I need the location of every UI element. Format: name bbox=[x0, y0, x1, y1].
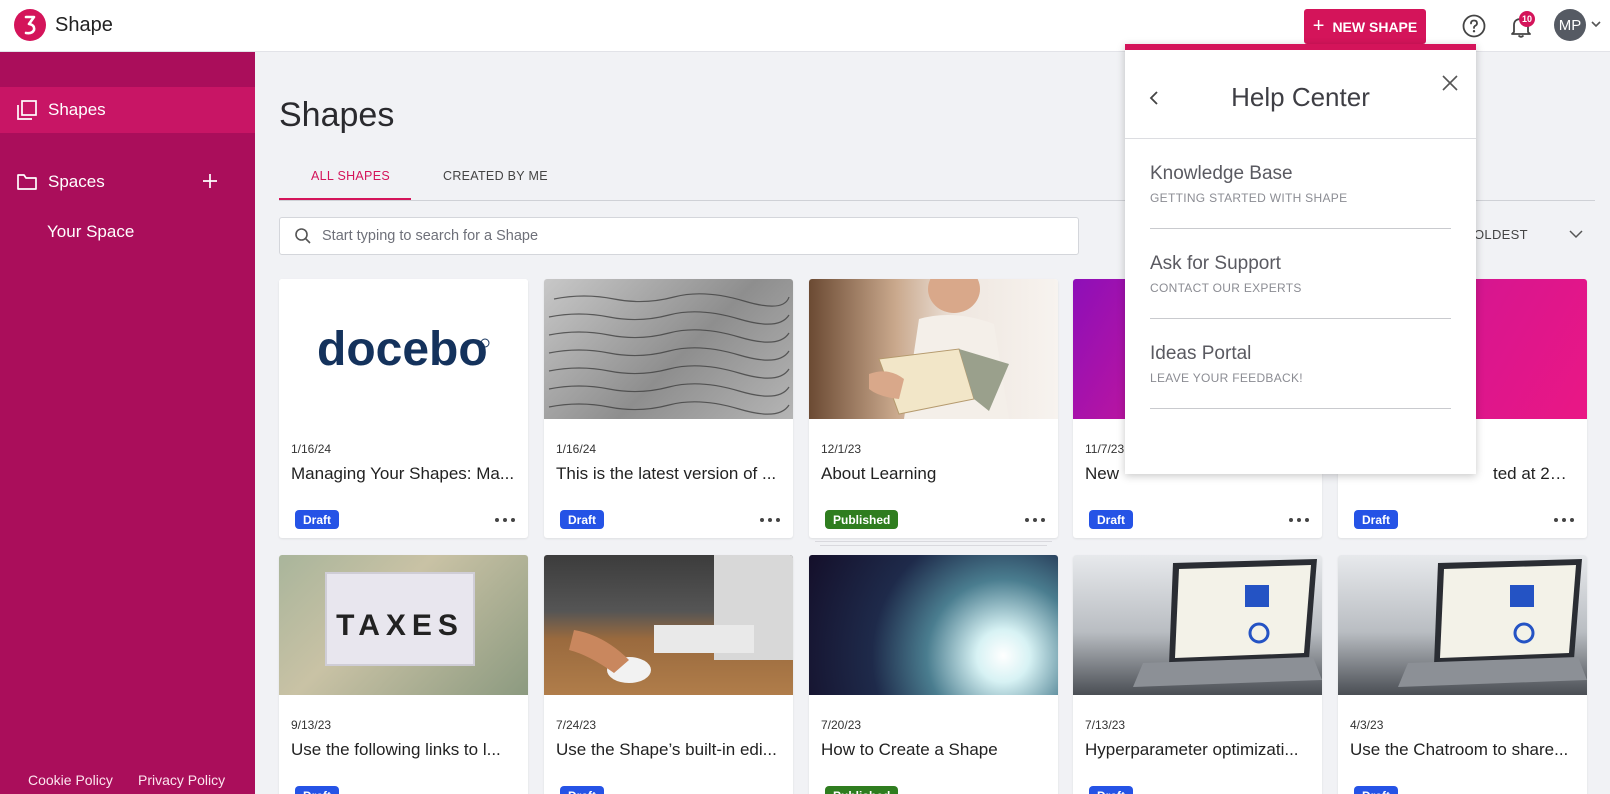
search-placeholder: Start typing to search for a Shape bbox=[322, 228, 539, 244]
card-thumbnail-handwritten-paper bbox=[544, 279, 793, 419]
card-thumbnail-docebo: docebo bbox=[279, 279, 528, 419]
card-title: Hyperparameter optimizati... bbox=[1085, 740, 1299, 759]
sidebar-item-label: Shapes bbox=[48, 100, 106, 119]
close-icon[interactable] bbox=[1441, 74, 1459, 92]
shape-card[interactable]: 1/16/24 This is the latest version of ..… bbox=[544, 279, 793, 538]
help-item-knowledge-base[interactable]: Knowledge Base GETTING STARTED WITH SHAP… bbox=[1150, 139, 1451, 229]
card-date: 4/3/23 bbox=[1350, 718, 1384, 732]
shape-card[interactable]: docebo 1/16/24 Managing Your Shapes: Ma.… bbox=[279, 279, 528, 538]
shape-logo-icon bbox=[14, 9, 46, 41]
help-item-title: Ask for Support bbox=[1150, 253, 1281, 274]
card-title: ted at 27/1... bbox=[1493, 464, 1575, 483]
card-thumbnail-woman-reading-book bbox=[809, 279, 1058, 419]
sidebar-item-your-space[interactable]: Your Space bbox=[47, 222, 134, 242]
sidebar-item-shapes[interactable]: Shapes bbox=[0, 87, 255, 133]
card-title: How to Create a Shape bbox=[821, 740, 998, 759]
sidebar-item-label: Spaces bbox=[48, 172, 105, 191]
sidebar: Shapes Spaces Your Space bbox=[0, 52, 255, 794]
app-logo[interactable]: Shape bbox=[14, 9, 113, 41]
card-date: 12/1/23 bbox=[821, 442, 862, 456]
card-stack-edge bbox=[820, 545, 1047, 546]
tab-created-by-me[interactable]: CREATED BY ME bbox=[443, 169, 548, 183]
card-date: 9/13/23 bbox=[291, 718, 332, 732]
tab-all-shapes[interactable]: ALL SHAPES bbox=[311, 169, 390, 183]
help-item-subtitle: CONTACT OUR EXPERTS bbox=[1150, 281, 1302, 295]
card-stack-edge bbox=[815, 541, 1052, 542]
shape-card[interactable]: 7/20/23 How to Create a Shape Published bbox=[809, 555, 1058, 794]
search-icon bbox=[295, 228, 311, 244]
notification-badge: 10 bbox=[1519, 11, 1535, 27]
card-date: 7/20/23 bbox=[821, 718, 862, 732]
plus-icon: + bbox=[1312, 15, 1325, 37]
status-badge: Draft bbox=[295, 510, 340, 529]
privacy-policy-link[interactable]: Privacy Policy bbox=[138, 772, 225, 788]
new-shape-label: NEW SHAPE bbox=[1332, 18, 1418, 35]
help-center-panel: Help Center Knowledge Base GETTING START… bbox=[1125, 44, 1476, 474]
docebo-logo-text: docebo bbox=[317, 323, 488, 376]
help-item-subtitle: GETTING STARTED WITH SHAPE bbox=[1150, 191, 1348, 205]
more-options-icon[interactable] bbox=[1288, 512, 1310, 528]
shape-card[interactable]: 7/24/23 Use the Shape’s built-in edi... … bbox=[544, 555, 793, 794]
more-options-icon[interactable] bbox=[1024, 512, 1046, 528]
help-item-subtitle: LEAVE YOUR FEEDBACK! bbox=[1150, 371, 1303, 385]
status-badge: Draft bbox=[1089, 510, 1134, 529]
folder-icon bbox=[17, 174, 37, 190]
card-title: Managing Your Shapes: Ma... bbox=[291, 464, 515, 483]
chevron-down-icon[interactable] bbox=[1590, 18, 1602, 30]
help-icon[interactable] bbox=[1461, 13, 1487, 39]
card-date: 1/16/24 bbox=[556, 442, 597, 456]
shape-card[interactable]: TAXES 9/13/23 Use the following links to… bbox=[279, 555, 528, 794]
search-input[interactable]: Start typing to search for a Shape bbox=[279, 217, 1079, 255]
shape-card[interactable]: 7/13/23 Hyperparameter optimizati... Dra… bbox=[1073, 555, 1322, 794]
card-title: Use the Shape’s built-in edi... bbox=[556, 740, 777, 759]
add-space-icon[interactable] bbox=[201, 172, 219, 190]
status-badge: Draft bbox=[295, 786, 340, 794]
help-center-title: Help Center bbox=[1231, 82, 1370, 112]
card-date: 1/16/24 bbox=[291, 442, 332, 456]
card-title: Use the Chatroom to share... bbox=[1350, 740, 1569, 759]
card-thumbnail-taxes-lightbox: TAXES bbox=[279, 555, 528, 695]
status-badge: Draft bbox=[1354, 510, 1399, 529]
help-item-ideas-portal[interactable]: Ideas Portal LEAVE YOUR FEEDBACK! bbox=[1150, 319, 1451, 409]
taxes-lightbox-text: TAXES bbox=[336, 609, 464, 642]
help-item-ask-for-support[interactable]: Ask for Support CONTACT OUR EXPERTS bbox=[1150, 229, 1451, 319]
card-title: This is the latest version of ... bbox=[556, 464, 777, 483]
card-thumbnail-laptop-dashboard bbox=[1073, 555, 1322, 695]
more-options-icon[interactable] bbox=[759, 512, 781, 528]
card-thumbnail-galaxy-nebula bbox=[809, 555, 1058, 695]
status-badge: Draft bbox=[1354, 786, 1399, 794]
card-title: Use the following links to l... bbox=[291, 740, 501, 759]
card-title: About Learning bbox=[821, 464, 937, 483]
sidebar-item-spaces[interactable]: Spaces bbox=[0, 159, 255, 205]
user-avatar[interactable]: MP bbox=[1554, 9, 1586, 41]
more-options-icon[interactable] bbox=[1553, 512, 1575, 528]
help-item-title: Ideas Portal bbox=[1150, 343, 1252, 364]
status-badge: Draft bbox=[560, 786, 605, 794]
app-name: Shape bbox=[55, 13, 113, 36]
card-date: 7/24/23 bbox=[556, 718, 597, 732]
shape-card[interactable]: 4/3/23 Use the Chatroom to share... Draf… bbox=[1338, 555, 1587, 794]
new-shape-button[interactable]: + NEW SHAPE bbox=[1304, 9, 1426, 44]
chevron-down-icon[interactable] bbox=[1569, 229, 1583, 239]
card-date: 11/7/23 bbox=[1085, 442, 1125, 456]
page-title: Shapes bbox=[279, 96, 395, 134]
status-badge: Published bbox=[825, 510, 899, 529]
status-badge: Draft bbox=[1089, 786, 1134, 794]
status-badge: Published bbox=[825, 786, 899, 794]
shapes-icon bbox=[17, 100, 37, 120]
help-item-title: Knowledge Base bbox=[1150, 163, 1293, 184]
card-thumbnail-laptop-dashboard bbox=[1338, 555, 1587, 695]
more-options-icon[interactable] bbox=[494, 512, 516, 528]
shape-card[interactable]: 12/1/23 About Learning Published bbox=[809, 279, 1058, 538]
active-tab-indicator bbox=[279, 198, 411, 200]
status-badge: Draft bbox=[560, 510, 605, 529]
card-date: 7/13/23 bbox=[1085, 718, 1126, 732]
cookie-policy-link[interactable]: Cookie Policy bbox=[28, 772, 113, 788]
card-thumbnail-hand-on-mouse bbox=[544, 555, 793, 695]
